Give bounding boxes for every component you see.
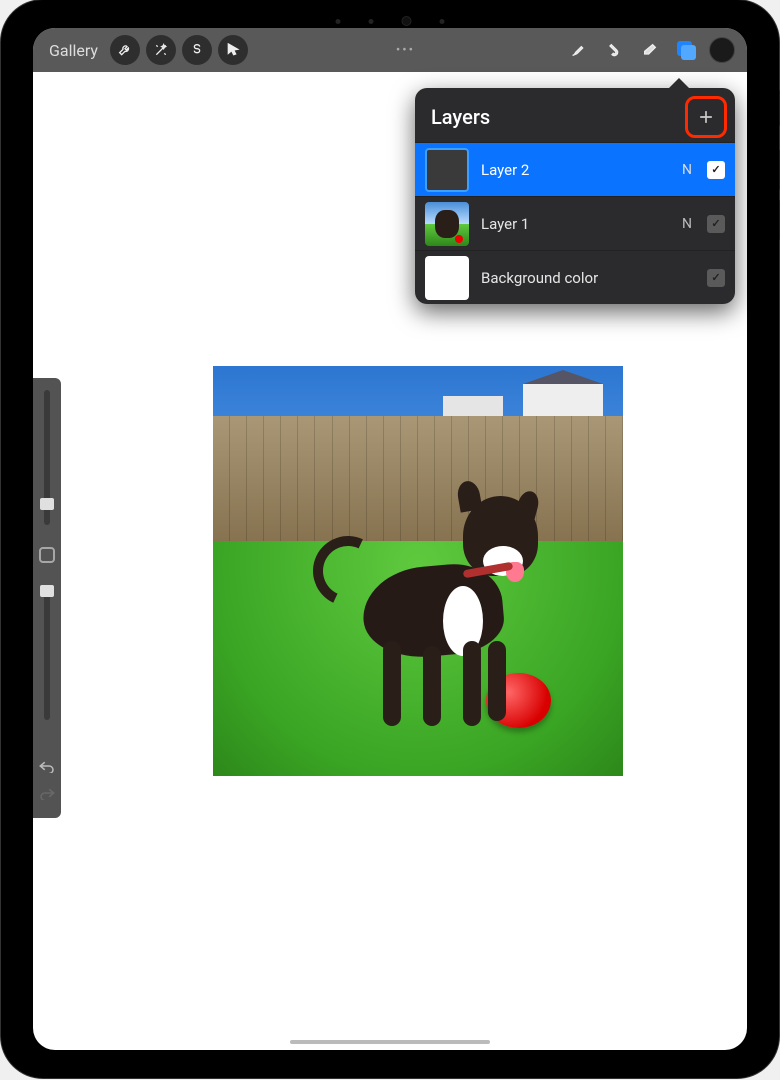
layer-name-label: Layer 1 [481,215,667,233]
undo-button[interactable] [38,758,56,777]
canvas-image[interactable] [213,366,623,776]
slider-thumb[interactable] [40,498,54,510]
gallery-button[interactable]: Gallery [43,41,104,60]
visibility-checkbox[interactable] [707,215,725,233]
modify-button[interactable] [39,547,55,563]
color-button[interactable] [707,35,737,65]
adjust-button[interactable] [146,35,176,65]
blend-mode-label[interactable]: N [679,216,695,232]
layer-row-layer-2[interactable]: Layer 2 N [415,142,735,196]
layers-icon [675,39,697,61]
plus-icon [696,107,716,127]
settings-button[interactable] [110,35,140,65]
undo-redo-group [33,758,61,818]
layer-row-background[interactable]: Background color [415,250,735,304]
add-layer-button[interactable] [691,102,721,132]
wrench-icon [117,42,133,58]
smudge-icon [606,42,622,58]
side-toolbar [33,378,61,818]
brush-button[interactable] [563,35,593,65]
dog [313,446,543,726]
ipad-device-frame: Gallery ••• [1,0,779,1078]
visibility-checkbox[interactable] [707,161,725,179]
smudge-button[interactable] [599,35,629,65]
top-toolbar-left: Gallery [43,35,248,65]
selection-button[interactable] [182,35,212,65]
screen: Gallery ••• [33,28,747,1050]
color-swatch-icon [709,37,735,63]
brush-size-slider[interactable] [44,390,50,525]
cursor-arrow-icon [225,42,241,58]
transform-button[interactable] [218,35,248,65]
layer-thumbnail [425,202,469,246]
magic-wand-icon [153,42,169,58]
layer-thumbnail [425,148,469,192]
layers-popover: Layers Layer 2 N Layer 1 N [415,88,735,304]
s-ribbon-icon [189,42,205,58]
undo-icon [38,759,56,773]
home-indicator[interactable] [290,1040,490,1044]
device-camera-bar [336,16,445,26]
layers-button[interactable] [671,35,701,65]
redo-icon [38,786,56,800]
redo-button[interactable] [38,785,56,804]
layers-header: Layers [415,88,735,142]
brush-icon [570,42,586,58]
blend-mode-label[interactable]: N [679,162,695,178]
top-toolbar: Gallery ••• [33,28,747,72]
popover-caret [669,78,689,88]
eraser-icon [642,42,658,58]
opacity-slider[interactable] [44,585,50,720]
eraser-button[interactable] [635,35,665,65]
layer-thumbnail [425,256,469,300]
layers-title: Layers [431,105,490,129]
layer-name-label: Background color [481,269,667,287]
top-toolbar-right [563,35,737,65]
ellipsis-icon[interactable]: ••• [396,43,415,58]
layer-name-label: Layer 2 [481,161,667,179]
layer-row-layer-1[interactable]: Layer 1 N [415,196,735,250]
visibility-checkbox[interactable] [707,269,725,287]
slider-thumb[interactable] [40,585,54,597]
